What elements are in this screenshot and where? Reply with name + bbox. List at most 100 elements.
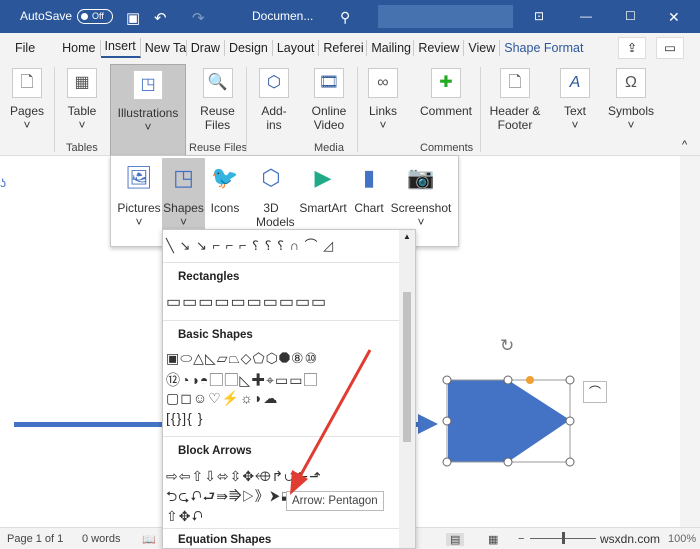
autosave-toggle[interactable]: Off xyxy=(77,9,113,24)
link-icon: ∞ xyxy=(368,68,398,98)
comments-icon[interactable]: ▭ xyxy=(656,37,684,59)
lines-row[interactable]: ╲ ↘ ↘ ⌐ ⌐ ⌐ ⸮ ⸮ ⸮ ∩ ⌒ ◿ xyxy=(166,235,334,254)
tab-file[interactable]: File xyxy=(0,40,52,56)
page-count[interactable]: Page 1 of 1 xyxy=(7,533,63,545)
zoom-slider-thumb[interactable] xyxy=(562,532,565,544)
label: Symbols xyxy=(607,104,654,118)
tab-draw[interactable]: Draw xyxy=(187,40,225,56)
word-count[interactable]: 0 words xyxy=(82,533,121,545)
tab-references[interactable]: Referei xyxy=(319,40,368,56)
basic-shapes-row[interactable]: [{}]{ } xyxy=(166,410,203,426)
label: Shapes xyxy=(163,201,204,215)
zoom-level[interactable]: 100% xyxy=(668,533,696,545)
smartart-button[interactable]: ▶ SmartArt xyxy=(297,158,349,215)
label: Comment xyxy=(419,104,472,118)
shapes-icon: ◳ xyxy=(173,165,194,190)
rectangles-row[interactable]: ▭▭▭▭▭▭▭▭▭▭ xyxy=(166,292,327,312)
label: Chart xyxy=(354,201,384,215)
header-footer-button[interactable]: 🗋 Header & Footer xyxy=(486,65,544,132)
label: SmartArt xyxy=(299,201,347,215)
zoom-out-icon[interactable]: − xyxy=(518,533,524,545)
label: Pictures xyxy=(117,201,161,215)
collapse-ribbon-icon[interactable]: ^ xyxy=(682,139,687,151)
label: Text xyxy=(563,104,586,118)
red-arrow-annotation xyxy=(290,349,372,495)
label: Pages xyxy=(9,104,45,118)
header-icon: 🗋 xyxy=(500,68,530,98)
page-icon: 🗋 xyxy=(12,68,42,98)
chart-button[interactable]: ▮ Chart xyxy=(351,158,387,215)
chart-icon: ▮ xyxy=(352,161,386,195)
undo-icon[interactable]: ↶ xyxy=(154,9,167,27)
pages-button[interactable]: 🗋 Pages ˅ xyxy=(8,65,46,132)
tab-view[interactable]: View xyxy=(464,40,501,56)
tab-design[interactable]: Design xyxy=(225,40,273,56)
layout-options-icon[interactable]: ⌒ xyxy=(583,381,607,403)
3d-models-button[interactable]: ⬡ 3D Models xyxy=(245,158,297,229)
illustrations-button[interactable]: ◳ Illustrations ˅ xyxy=(110,64,186,156)
title-bar: AutoSave Off ▣ ↶ ↷ Documen... ⚲ ⊡ — ☐ ✕ xyxy=(0,0,700,33)
shapes-icon: ◳ xyxy=(133,70,163,100)
pictures-button[interactable]: 🖼 Pictures ˅ xyxy=(116,158,162,229)
watermark: wsxdn.com xyxy=(600,532,661,546)
comment-icon: ✚ xyxy=(431,68,461,98)
addins-icon: ⬡ xyxy=(259,68,289,98)
maximize-icon[interactable]: ☐ xyxy=(625,9,636,23)
redo-icon[interactable]: ↷ xyxy=(192,9,205,27)
share-icon[interactable]: ⇪ xyxy=(618,37,646,59)
shapes-button[interactable]: ◳ Shapes ˅ xyxy=(162,158,205,238)
pentagon-arrow-shape[interactable] xyxy=(440,374,580,469)
label: Header & Footer xyxy=(489,104,541,132)
label: Icons xyxy=(210,201,240,215)
minimize-icon[interactable]: — xyxy=(580,9,592,23)
tab-insert[interactable]: Insert xyxy=(100,38,141,58)
tab-mailings[interactable]: Mailing xyxy=(367,40,415,56)
video-icon: 🎞 xyxy=(314,68,344,98)
ribbon-display-icon[interactable]: ⊡ xyxy=(534,9,544,23)
reuse-files-button[interactable]: 🔍 Reuse Files xyxy=(195,65,240,132)
table-button[interactable]: ▦ Table ˅ xyxy=(62,65,102,132)
document-title: Documen... xyxy=(252,9,314,23)
tab-new[interactable]: New Ta xyxy=(141,40,187,56)
smartart-icon: ▶ xyxy=(306,161,340,195)
symbols-button[interactable]: Ω Symbols ˅ xyxy=(607,65,655,132)
label: Screenshot xyxy=(390,201,452,215)
web-layout-icon[interactable]: ▦ xyxy=(488,533,498,546)
group-comments: Comments xyxy=(420,142,474,154)
anchor-icon: ʖ xyxy=(0,176,6,190)
ribbon: 🗋 Pages ˅ ▦ Table ˅ Tables ◳ Illustrations ˅ 🔍… xyxy=(0,63,700,156)
label: Links xyxy=(368,104,397,118)
links-button[interactable]: ∞ Links ˅ xyxy=(365,65,401,132)
proofing-icon[interactable]: 📖 xyxy=(142,533,156,546)
gallery-scrollbar[interactable]: ▲ xyxy=(399,230,415,548)
account-area[interactable] xyxy=(378,5,513,28)
group-media: Media xyxy=(314,142,344,154)
tab-layout[interactable]: Layout xyxy=(273,40,320,56)
scrollbar[interactable] xyxy=(680,156,700,527)
tab-home[interactable]: Home xyxy=(52,40,101,56)
print-layout-icon[interactable]: ▤ xyxy=(446,533,465,546)
save-icon[interactable]: ▣ xyxy=(126,9,140,27)
block-arrows-row[interactable]: ⇧✥⮏ xyxy=(166,506,204,530)
group-reuse-files: Reuse Files xyxy=(189,142,248,154)
basic-shapes-row[interactable]: ▢◻☺♡⚡☼◗☁ xyxy=(166,390,278,407)
section-basic-shapes: Basic Shapes xyxy=(163,320,399,344)
label: Online Video xyxy=(311,104,347,132)
online-video-button[interactable]: 🎞 Online Video xyxy=(305,65,353,132)
icons-button[interactable]: 🐦 Icons xyxy=(206,158,244,215)
comment-button[interactable]: ✚ Comment xyxy=(414,65,478,118)
omega-icon: Ω xyxy=(616,68,646,98)
search-icon[interactable]: ⚲ xyxy=(340,9,350,26)
table-icon: ▦ xyxy=(67,68,97,98)
rotate-handle-icon[interactable]: ↻ xyxy=(500,336,514,356)
tab-shape-format[interactable]: Shape Format xyxy=(500,40,587,56)
tab-review[interactable]: Review xyxy=(414,40,465,56)
icons-icon: 🐦 xyxy=(208,161,242,195)
screenshot-button[interactable]: 📷 Screenshot ˅ xyxy=(390,158,452,229)
ribbon-tabs: File Home Insert New Ta Draw Design Layo… xyxy=(0,33,700,63)
addins-button[interactable]: ⬡ Add-ins xyxy=(255,65,293,132)
close-icon[interactable]: ✕ xyxy=(668,9,680,26)
text-button[interactable]: A Text ˅ xyxy=(558,65,592,132)
label: Illustrations xyxy=(117,106,179,120)
scroll-thumb[interactable] xyxy=(403,292,411,442)
